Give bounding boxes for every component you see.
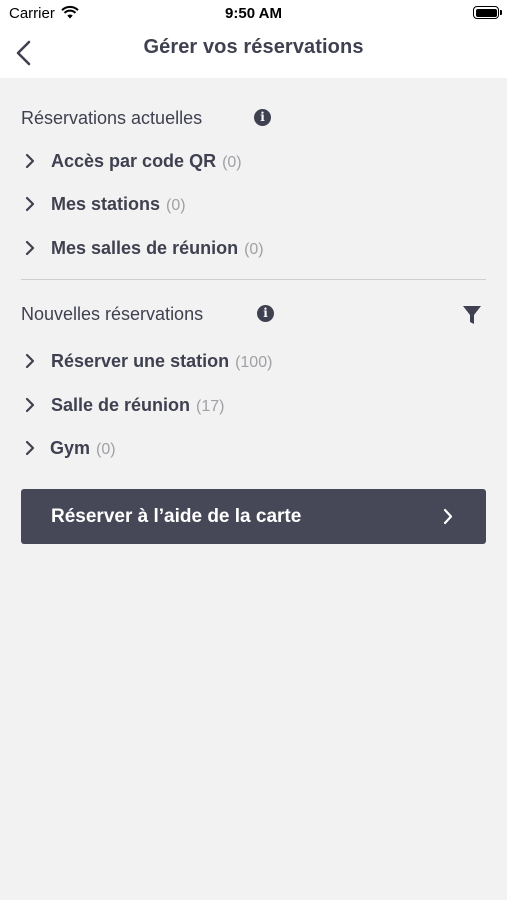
- list-item-qr-access[interactable]: Accès par code QR (0): [22, 147, 485, 175]
- chevron-right-icon: [25, 153, 35, 169]
- current-reservations-header: Réservations actuelles i: [21, 106, 486, 130]
- list-item-label: Gym (0): [50, 438, 116, 458]
- list-item-count: (17): [196, 398, 225, 415]
- main-content: Réservations actuelles i Accès par code …: [0, 78, 507, 900]
- book-via-map-label: Réserver à l’aide de la carte: [51, 506, 302, 527]
- battery-icon: [473, 6, 502, 19]
- clock: 9:50 AM: [225, 5, 282, 22]
- list-item-label: Mes stations (0): [51, 194, 186, 214]
- chevron-right-icon: [25, 397, 35, 413]
- new-reservations-title: Nouvelles réservations: [21, 304, 204, 324]
- new-reservations-header: Nouvelles réservations i: [21, 302, 486, 326]
- list-item-label: Réserver une station (100): [51, 351, 273, 371]
- list-item-label: Accès par code QR (0): [51, 151, 242, 171]
- list-item-my-stations[interactable]: Mes stations (0): [22, 190, 485, 218]
- list-item-count: (100): [235, 354, 273, 371]
- page-title: Gérer vos réservations: [143, 36, 364, 58]
- list-item-gym[interactable]: Gym (0): [22, 434, 485, 462]
- list-item-book-station[interactable]: Réserver une station (100): [22, 347, 485, 375]
- list-item-count: (0): [166, 197, 186, 214]
- chevron-right-icon: [25, 196, 35, 212]
- chevron-right-icon: [25, 353, 35, 369]
- navigation-bar: Gérer vos réservations: [0, 28, 507, 78]
- list-item-meeting-room[interactable]: Salle de réunion (17): [22, 391, 485, 419]
- current-reservations-title: Réservations actuelles: [21, 108, 203, 128]
- chevron-right-icon: [25, 240, 35, 256]
- chevron-right-icon: [443, 508, 453, 525]
- status-bar: Carrier 9:50 AM: [0, 0, 507, 28]
- info-icon[interactable]: i: [257, 305, 274, 322]
- list-item-my-meeting-rooms[interactable]: Mes salles de réunion (0): [22, 234, 485, 262]
- list-item-count: (0): [244, 241, 264, 258]
- list-item-label: Salle de réunion (17): [51, 395, 225, 415]
- filter-icon[interactable]: [461, 304, 483, 326]
- chevron-right-icon: [25, 440, 35, 456]
- book-via-map-button[interactable]: Réserver à l’aide de la carte: [21, 489, 486, 544]
- section-divider: [21, 279, 486, 280]
- list-item-count: (0): [222, 154, 242, 171]
- list-item-count: (0): [96, 441, 116, 458]
- list-item-label: Mes salles de réunion (0): [51, 238, 264, 258]
- info-icon[interactable]: i: [254, 109, 271, 126]
